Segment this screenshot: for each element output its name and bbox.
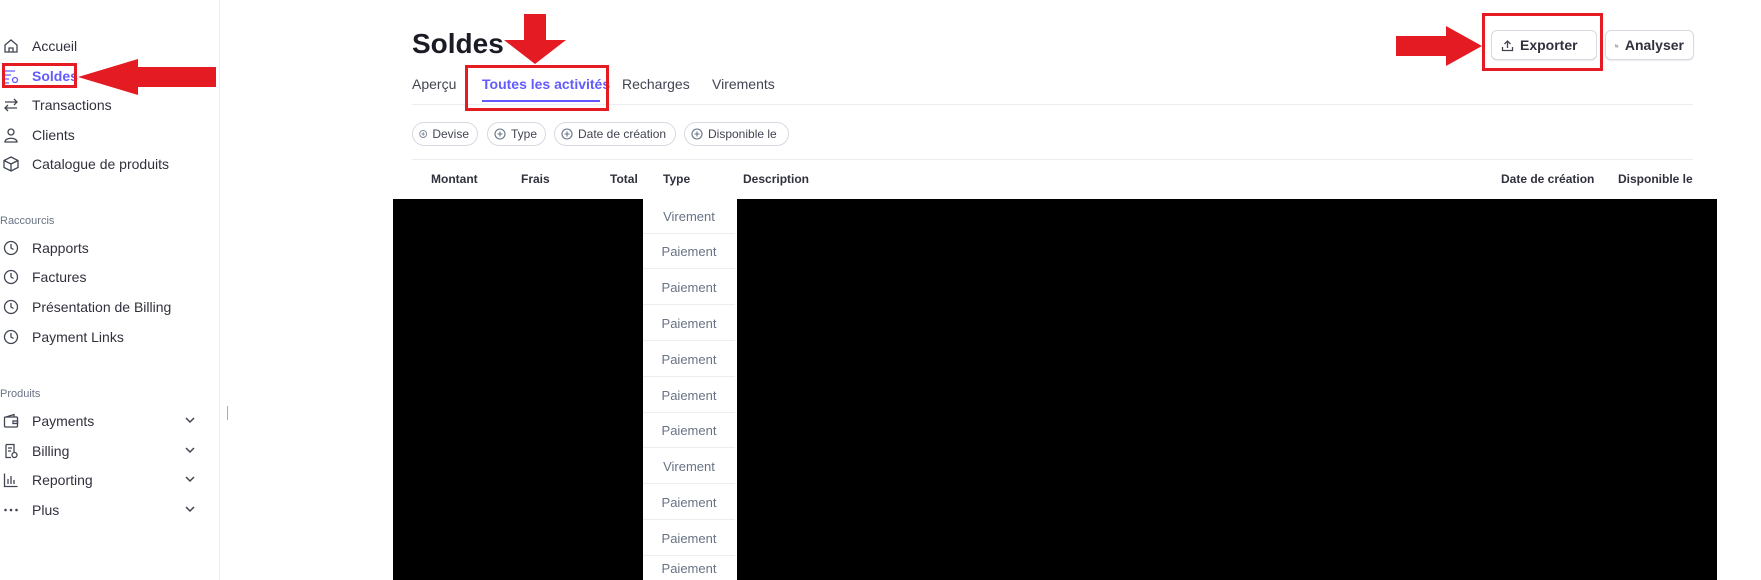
column-header-description[interactable]: Description bbox=[743, 172, 809, 186]
redacted-details bbox=[737, 199, 1717, 580]
filter-label: Devise bbox=[432, 127, 469, 141]
tab-recharges[interactable]: Recharges bbox=[622, 76, 690, 92]
sidebar-item-reporting[interactable]: Reporting bbox=[0, 467, 200, 493]
add-filter-icon bbox=[419, 130, 428, 138]
filter-type[interactable]: Type bbox=[487, 122, 546, 146]
annotation-dashed-frame bbox=[1487, 18, 1598, 66]
column-header-frais[interactable]: Frais bbox=[521, 172, 550, 186]
clock-icon bbox=[3, 240, 19, 256]
column-header-type[interactable]: Type bbox=[663, 172, 690, 186]
sidebar-item-catalogue[interactable]: Catalogue de produits bbox=[0, 151, 200, 177]
billing-icon bbox=[3, 443, 19, 459]
section-label-produits: Produits bbox=[0, 388, 41, 400]
column-header-montant[interactable]: Montant bbox=[431, 172, 478, 186]
sidebar-item-payments[interactable]: Payments bbox=[0, 408, 200, 434]
sidebar-item-label: Payments bbox=[32, 413, 95, 429]
tab-apercu[interactable]: Aperçu bbox=[412, 76, 456, 92]
chevron-down-icon[interactable] bbox=[183, 472, 197, 486]
sidebar-item-label: Factures bbox=[32, 269, 87, 285]
filter-label: Date de création bbox=[578, 127, 667, 141]
ellipsis-icon bbox=[3, 502, 19, 518]
sidebar-resize-handle[interactable] bbox=[227, 406, 228, 420]
filters-divider bbox=[412, 159, 1693, 160]
annotation-highlight-soldes bbox=[2, 63, 77, 88]
table-row-type[interactable]: Paiement bbox=[643, 342, 735, 377]
filter-label: Type bbox=[510, 127, 537, 141]
chart-icon bbox=[1615, 43, 1619, 47]
table-row-type[interactable]: Paiement bbox=[643, 485, 735, 520]
table-row-type[interactable]: Paiement bbox=[643, 270, 735, 305]
sidebar-item-label: Catalogue de produits bbox=[32, 156, 169, 172]
sidebar-item-label: Rapports bbox=[32, 240, 89, 256]
wallet-icon bbox=[3, 413, 19, 429]
annotation-highlight-tab bbox=[465, 65, 609, 111]
sidebar-item-payment-links[interactable]: Payment Links bbox=[0, 324, 200, 350]
home-icon bbox=[3, 38, 19, 54]
table-row-type[interactable]: Paiement bbox=[643, 234, 735, 269]
sidebar-item-accueil[interactable]: Accueil bbox=[0, 33, 200, 59]
chevron-down-icon[interactable] bbox=[183, 413, 197, 427]
table-row-type[interactable]: Paiement bbox=[643, 306, 735, 341]
add-filter-icon bbox=[691, 128, 703, 140]
sidebar-item-label: Reporting bbox=[32, 472, 93, 488]
analyze-button-label: Analyser bbox=[1624, 37, 1684, 53]
sidebar-item-label: Clients bbox=[32, 127, 75, 143]
filter-label: Disponible le bbox=[708, 127, 777, 141]
chevron-down-icon[interactable] bbox=[183, 443, 197, 457]
tab-virements[interactable]: Virements bbox=[712, 76, 775, 92]
sidebar-item-label: Présentation de Billing bbox=[32, 299, 172, 315]
column-header-disponible-le[interactable]: Disponible le bbox=[1618, 172, 1693, 186]
sidebar-item-factures[interactable]: Factures bbox=[0, 264, 200, 290]
filter-disponible-le[interactable]: Disponible le bbox=[684, 122, 789, 146]
annotation-arrow-down bbox=[504, 14, 566, 64]
table-row-type[interactable]: Virement bbox=[643, 199, 735, 234]
sidebar-item-label: Billing bbox=[32, 443, 70, 459]
page-title: Soldes bbox=[412, 28, 504, 59]
sidebar-item-billing[interactable]: Billing bbox=[0, 438, 200, 464]
sidebar-item-label: Accueil bbox=[32, 38, 78, 54]
annotation-arrow-right bbox=[1396, 26, 1482, 66]
sidebar-item-rapports[interactable]: Rapports bbox=[0, 235, 200, 261]
user-icon bbox=[3, 127, 19, 143]
sidebar-item-plus[interactable]: Plus bbox=[0, 497, 200, 523]
add-filter-icon bbox=[561, 128, 573, 140]
transactions-icon bbox=[3, 97, 19, 113]
chevron-down-icon[interactable] bbox=[183, 502, 197, 516]
sidebar-item-label: Plus bbox=[32, 502, 60, 518]
sidebar-item-clients[interactable]: Clients bbox=[0, 122, 200, 148]
table-row-type[interactable]: Paiement bbox=[643, 413, 735, 448]
filter-devise[interactable]: Devise bbox=[412, 122, 478, 146]
clock-icon bbox=[3, 269, 19, 285]
clock-icon bbox=[3, 329, 19, 345]
sidebar-item-presentation-billing[interactable]: Présentation de Billing bbox=[0, 294, 200, 320]
column-header-total[interactable]: Total bbox=[610, 172, 638, 186]
annotation-arrow-left bbox=[78, 59, 216, 95]
table-row-type[interactable]: Paiement bbox=[643, 378, 735, 413]
chart-icon bbox=[3, 472, 19, 488]
table-row-type[interactable]: Paiement bbox=[643, 557, 735, 580]
table-row-type[interactable]: Paiement bbox=[643, 521, 735, 556]
sidebar-item-label: Payment Links bbox=[32, 329, 124, 345]
add-filter-icon bbox=[494, 128, 506, 140]
analyze-button[interactable]: Analyser bbox=[1605, 30, 1694, 60]
column-header-date-de-creation[interactable]: Date de création bbox=[1501, 172, 1594, 186]
clock-icon bbox=[3, 299, 19, 315]
sidebar-item-label: Transactions bbox=[32, 97, 112, 113]
box-icon bbox=[3, 156, 19, 172]
section-label-raccourcis: Raccourcis bbox=[0, 215, 55, 227]
redacted-amounts bbox=[393, 199, 643, 580]
table-row-type[interactable]: Virement bbox=[643, 449, 735, 484]
filter-date-de-creation[interactable]: Date de création bbox=[554, 122, 676, 146]
